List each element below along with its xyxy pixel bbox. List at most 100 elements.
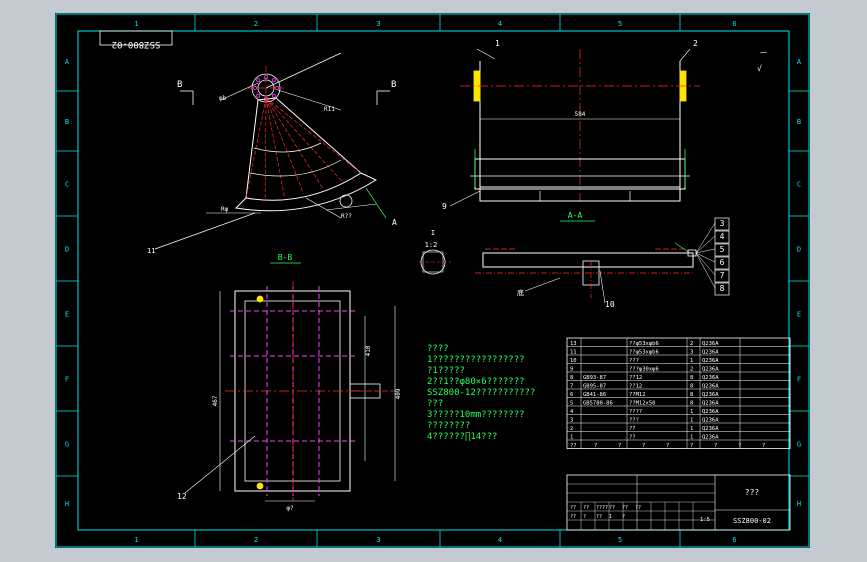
- bolt-hole: [256, 93, 261, 98]
- balloon-2: 2: [693, 39, 698, 48]
- bom-cell-name: ????: [629, 409, 642, 415]
- plan-mark: [256, 482, 264, 490]
- bom-cell-mat: Q236A: [702, 350, 719, 356]
- zone-number-bottom: 1: [134, 536, 138, 544]
- bom-cell-no: 8: [570, 375, 573, 381]
- bom-cell-no: 13: [570, 341, 577, 347]
- inner-border: [77, 30, 790, 531]
- bom-cell-mat: Q236A: [702, 418, 719, 424]
- zone-letter-right: E: [797, 311, 801, 319]
- balloon-leader: [695, 235, 716, 254]
- balloon-leader: [695, 252, 716, 263]
- fan-rim: [234, 172, 378, 212]
- dim-text: φb: [219, 95, 227, 102]
- bom-header-cell: ?: [666, 443, 669, 449]
- drawing-number-rotated: SSZ800-02: [112, 39, 161, 49]
- balloon-leader: [524, 277, 561, 292]
- bom-cell-mat: Q236A: [702, 358, 719, 364]
- bom-cell-no: 3: [570, 418, 573, 424]
- technical-note-line: 1?????????????????: [427, 355, 525, 365]
- balloon-leader: [154, 212, 256, 250]
- fan-rib: [265, 97, 362, 174]
- zone-letter-left: G: [65, 441, 69, 449]
- title-cell: ??: [609, 505, 615, 511]
- bom-cell-name: ???φ30xφ6: [629, 367, 659, 373]
- bom-cell-no: 5: [570, 401, 573, 407]
- title-cell: ??: [635, 505, 641, 511]
- balloon-9: 9: [442, 202, 447, 211]
- bom-cell-qty: 1: [690, 418, 693, 424]
- bom-cell-no: 1: [570, 435, 573, 441]
- balloon-right: 4: [720, 232, 725, 241]
- title-cell: ?: [622, 514, 625, 520]
- drawing-viewport[interactable]: 1 2 3 4 5 6 1 2 3 4 5 6 A B C D E F G H A B C D E F G H SSZ800-02 A Rφ…: [55, 13, 810, 548]
- bom-cell-name: ??φ53xφb6: [629, 341, 659, 347]
- dim-leader: [305, 197, 342, 219]
- outer-border: [55, 13, 810, 548]
- bom-cell-qty: 1: [690, 409, 693, 415]
- title-name: ???: [745, 488, 760, 497]
- title-cell: 1: [609, 514, 612, 520]
- bom-cell-no: 2: [570, 426, 573, 432]
- balloon-leader: [695, 222, 716, 254]
- bom-header-cell: ?: [690, 443, 693, 449]
- balloon-leader: [695, 248, 716, 254]
- balloon-leader: [599, 270, 606, 304]
- bom-cell-name: ???: [629, 418, 639, 424]
- technical-note-line: ???: [427, 399, 443, 409]
- technical-note-line: 3?????10mm????????: [427, 410, 525, 420]
- bom-cell-name: ??M12: [629, 392, 646, 398]
- bom-cell-no: 10: [570, 358, 577, 364]
- bom-cell-no: 4: [570, 409, 574, 415]
- detail-scale: 1:2: [425, 241, 438, 249]
- fan-arc-inner: [253, 142, 322, 153]
- bom-cell-name: ??M12x50: [629, 401, 656, 407]
- balloon-leader: [695, 252, 716, 289]
- technical-note-line: SSZ800-12???????????: [427, 388, 535, 398]
- bom-cell-qty: 1: [690, 426, 693, 432]
- bom-header-cell: ?: [762, 443, 765, 449]
- balloon-11: 11: [147, 247, 155, 255]
- zone-letter-right: C: [797, 181, 801, 189]
- bom-header-cell: ?: [618, 443, 621, 449]
- bom-cell-mat: Q236A: [702, 384, 719, 390]
- title-drawing-no: SSZ800-02: [733, 517, 771, 525]
- section-label-bb: B-B: [278, 253, 293, 262]
- dim-410: 410: [365, 345, 372, 356]
- dim-text: Rφ: [221, 206, 229, 213]
- title-cell: ??: [596, 514, 602, 520]
- zone-number-top: 5: [618, 20, 622, 28]
- balloon-leader: [695, 252, 716, 276]
- bom-cell-no: 11: [570, 350, 577, 356]
- bom-cell-mat: Q236A: [702, 426, 719, 432]
- dim-409: 409: [395, 388, 402, 399]
- title-cell: ?: [583, 514, 586, 520]
- detail-circle: [339, 194, 353, 208]
- bom-cell-name: ???: [629, 358, 639, 364]
- title-scale: 1:5: [700, 517, 710, 523]
- balloon-1: 1: [495, 39, 500, 48]
- zone-number-top: 3: [376, 20, 380, 28]
- zone-letter-right: D: [797, 246, 801, 254]
- section-marker-b-left: B: [177, 80, 182, 90]
- bom-cell-mat: Q236A: [702, 435, 719, 441]
- bom-cell-qty: 2: [690, 367, 693, 373]
- bom-cell-code: GB93-87: [583, 375, 606, 381]
- bolt-hole: [271, 78, 276, 83]
- view-marker-a: A: [392, 218, 397, 227]
- bom-header-cell: ?: [738, 443, 741, 449]
- zone-letter-left: F: [65, 376, 69, 384]
- zone-letter-right: F: [797, 376, 801, 384]
- title-cell: ??: [583, 505, 589, 511]
- balloon-right: 5: [720, 245, 725, 254]
- bom-header-cell: ?: [642, 443, 645, 449]
- bom-cell-no: 9: [570, 367, 573, 373]
- bom-cell-mat: Q236A: [702, 341, 719, 347]
- cad-drawing: 1 2 3 4 5 61 2 3 4 5 6ABCDEFGHABCDEFGHSSZ800-02ARφ…: [55, 13, 810, 548]
- technical-note-line: 4??????∏14???: [427, 432, 497, 442]
- zone-letter-left: E: [65, 311, 69, 319]
- zone-letter-left: C: [65, 181, 69, 189]
- bolt-hole: [271, 93, 276, 98]
- balloon-right: 6: [720, 258, 725, 267]
- title-cell: ??: [622, 505, 628, 511]
